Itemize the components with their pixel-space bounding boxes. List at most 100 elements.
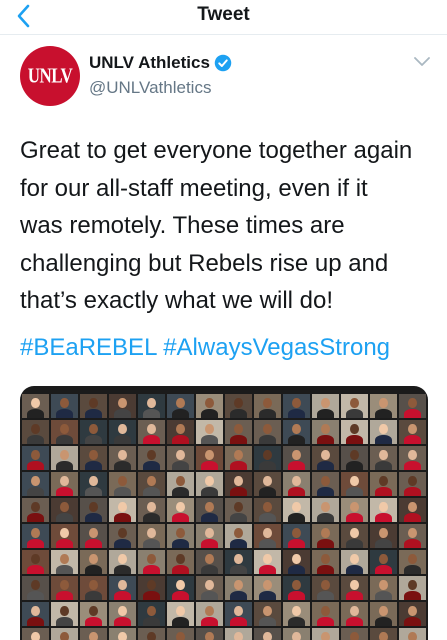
video-tile xyxy=(80,498,107,522)
avatar[interactable]: UNLV xyxy=(20,46,80,106)
participant-body xyxy=(113,486,132,496)
participant-head xyxy=(321,476,330,487)
participant-head xyxy=(60,450,69,461)
participant-body xyxy=(84,590,103,600)
author-handle[interactable]: @UNLVathletics xyxy=(89,78,211,98)
video-tile xyxy=(196,498,223,522)
video-tile xyxy=(225,576,252,600)
participant-body xyxy=(287,512,306,522)
video-tile xyxy=(196,550,223,574)
video-call-grid xyxy=(22,394,426,640)
participant-body xyxy=(403,564,422,574)
video-tile xyxy=(312,446,339,470)
author-name-row[interactable]: UNLV Athletics xyxy=(89,53,232,73)
participant-head xyxy=(89,554,98,565)
video-tile xyxy=(138,550,165,574)
video-tile xyxy=(283,446,310,470)
participant-body xyxy=(55,460,74,470)
video-tile xyxy=(225,628,252,640)
participant-head xyxy=(234,528,243,539)
participant-body xyxy=(113,616,132,626)
video-tile xyxy=(138,498,165,522)
video-tile xyxy=(22,394,49,418)
participant-head xyxy=(408,606,417,617)
video-tile xyxy=(167,498,194,522)
participant-body xyxy=(142,590,161,600)
hashtag-link[interactable]: #BEaREBEL xyxy=(20,334,157,361)
participant-head xyxy=(89,476,98,487)
video-tile xyxy=(225,550,252,574)
participant-head xyxy=(89,398,98,409)
participant-body xyxy=(200,564,219,574)
participant-head xyxy=(263,606,272,617)
participant-body xyxy=(113,564,132,574)
participant-head xyxy=(147,528,156,539)
video-tile xyxy=(167,446,194,470)
participant-body xyxy=(345,590,364,600)
video-tile xyxy=(167,628,194,640)
tweet-media-image[interactable] xyxy=(20,386,428,640)
participant-head xyxy=(176,398,185,409)
participant-body xyxy=(84,538,103,548)
hashtag-link[interactable]: #AlwaysVegasStrong xyxy=(163,334,390,361)
participant-body xyxy=(200,512,219,522)
video-tile xyxy=(138,602,165,626)
video-tile xyxy=(399,394,426,418)
video-tile xyxy=(225,602,252,626)
participant-head xyxy=(263,580,272,591)
video-tile xyxy=(283,420,310,444)
participant-body xyxy=(345,616,364,626)
participant-head xyxy=(379,580,388,591)
participant-body xyxy=(374,408,393,418)
participant-head xyxy=(60,580,69,591)
participant-head xyxy=(321,424,330,435)
participant-body xyxy=(200,538,219,548)
participant-head xyxy=(89,528,98,539)
participant-head xyxy=(118,528,127,539)
video-tile xyxy=(312,524,339,548)
tweet-line: challenging but Rebels rise up and xyxy=(20,249,389,277)
video-tile xyxy=(370,550,397,574)
participant-body xyxy=(142,408,161,418)
participant-head xyxy=(408,450,417,461)
video-tile xyxy=(254,446,281,470)
participant-head xyxy=(408,424,417,435)
participant-body xyxy=(84,408,103,418)
participant-body xyxy=(142,564,161,574)
participant-body xyxy=(171,460,190,470)
participant-head xyxy=(234,632,243,640)
participant-body xyxy=(26,408,45,418)
video-tile xyxy=(341,472,368,496)
video-tile xyxy=(138,420,165,444)
participant-body xyxy=(55,564,74,574)
video-tile xyxy=(51,420,78,444)
video-tile xyxy=(254,420,281,444)
participant-head xyxy=(292,450,301,461)
participant-body xyxy=(55,616,74,626)
video-tile xyxy=(167,472,194,496)
participant-head xyxy=(147,502,156,513)
video-tile xyxy=(109,602,136,626)
participant-body xyxy=(287,616,306,626)
video-tile xyxy=(109,576,136,600)
tweet-menu-button[interactable] xyxy=(414,54,430,72)
participant-body xyxy=(171,590,190,600)
video-tile xyxy=(167,524,194,548)
video-tile xyxy=(196,628,223,640)
participant-head xyxy=(89,424,98,435)
participant-head xyxy=(292,476,301,487)
participant-head xyxy=(118,580,127,591)
video-tile xyxy=(312,420,339,444)
participant-head xyxy=(31,398,40,409)
participant-body xyxy=(287,590,306,600)
participant-body xyxy=(403,460,422,470)
video-tile xyxy=(167,602,194,626)
participant-body xyxy=(142,616,161,626)
participant-body xyxy=(374,564,393,574)
participant-body xyxy=(142,538,161,548)
video-tile xyxy=(254,498,281,522)
video-tile xyxy=(254,394,281,418)
chevron-down-icon xyxy=(414,57,430,66)
participant-body xyxy=(316,616,335,626)
participant-head xyxy=(292,502,301,513)
